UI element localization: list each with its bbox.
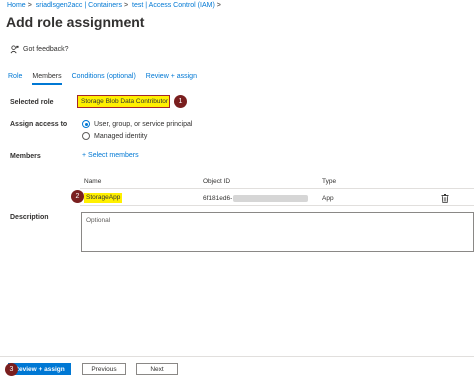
tab-conditions[interactable]: Conditions (optional) [72, 73, 136, 85]
step-badge-1: 1 [174, 95, 187, 108]
member-object-id: 6f181ed6- [203, 195, 309, 202]
assign-access-label: Assign access to [10, 121, 68, 128]
table-divider [80, 188, 474, 189]
radio-user-group-sp[interactable]: User, group, or service principal [82, 120, 192, 128]
page-title: Add role assignment [6, 14, 145, 30]
member-name: StorageApp [84, 193, 123, 203]
feedback-link[interactable]: Got feedback? [10, 45, 69, 54]
table-row-divider [80, 205, 474, 206]
redacted-id [233, 195, 309, 202]
radio-managed-identity[interactable]: Managed identity [82, 132, 147, 140]
description-label: Description [10, 214, 49, 221]
tab-bar: Role Members Conditions (optional) Revie… [8, 73, 207, 85]
select-members-link[interactable]: + Select members [82, 152, 139, 159]
column-header-type: Type [322, 178, 337, 185]
breadcrumb-home[interactable]: Home [7, 2, 26, 9]
description-field[interactable]: Optional [81, 212, 474, 252]
column-header-name: Name [84, 178, 102, 185]
more-options-icon[interactable]: ··· [125, 16, 137, 26]
feedback-label: Got feedback? [23, 46, 69, 53]
step-badge-2: 2 [71, 190, 84, 203]
breadcrumb-containers[interactable]: sriadlsgen2acc | Containers [36, 2, 122, 9]
next-button[interactable]: Next [136, 363, 178, 375]
footer-divider [0, 356, 474, 357]
step-badge-3: 3 [5, 363, 18, 376]
breadcrumb: Home > sriadlsgen2acc | Containers > test … [7, 2, 221, 9]
delete-icon[interactable] [441, 194, 449, 203]
tab-review-assign[interactable]: Review + assign [146, 73, 197, 85]
member-type: App [322, 195, 334, 202]
tab-members[interactable]: Members [32, 73, 62, 85]
breadcrumb-access-control[interactable]: test | Access Control (IAM) [132, 2, 215, 9]
radio-checked-icon[interactable] [82, 120, 90, 128]
radio-managed-identity-label: Managed identity [94, 132, 148, 140]
previous-button[interactable]: Previous [82, 363, 126, 375]
radio-user-group-sp-label: User, group, or service principal [94, 120, 193, 128]
person-feedback-icon [10, 45, 19, 54]
selected-role-value: Storage Blob Data Contributor [77, 95, 170, 108]
members-label: Members [10, 153, 41, 160]
radio-unchecked-icon[interactable] [82, 132, 90, 140]
selected-role-label: Selected role [10, 99, 54, 106]
column-header-object-id: Object ID [203, 178, 231, 185]
object-id-text: 6f181ed6- [203, 195, 233, 202]
tab-role[interactable]: Role [8, 73, 22, 85]
